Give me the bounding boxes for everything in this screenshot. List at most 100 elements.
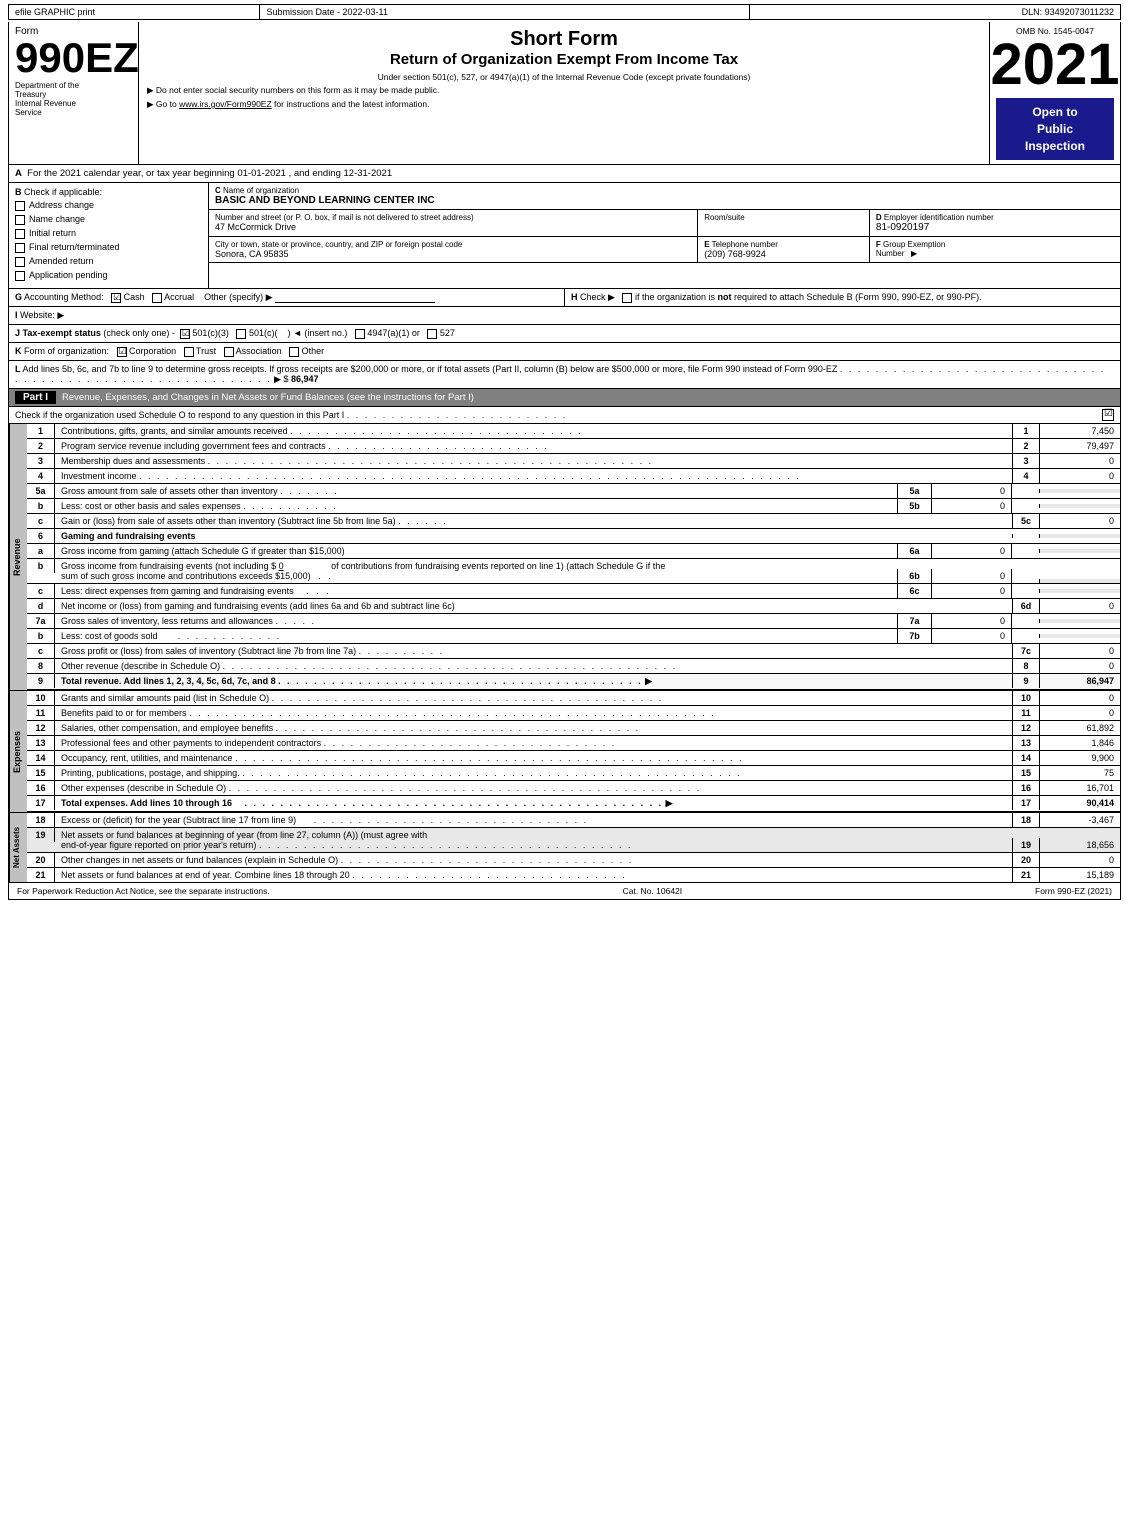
- row-line-14: 14: [1012, 751, 1040, 765]
- row-amount-2: 79,497: [1040, 439, 1120, 453]
- row-num-12: 12: [27, 721, 55, 735]
- row-line-6a: [1012, 549, 1040, 553]
- row-line-6d: 6d: [1012, 599, 1040, 613]
- row-subline-6b: 6b: [897, 569, 932, 583]
- row-amount-3: 0: [1040, 454, 1120, 468]
- expenses-side-label: Expenses: [9, 691, 27, 812]
- row-line-9: 9: [1012, 674, 1040, 688]
- row-desc-6c: Less: direct expenses from gaming and fu…: [55, 584, 897, 598]
- address-change-label: Address change: [29, 200, 94, 210]
- row-desc-14: Occupancy, rent, utilities, and maintena…: [55, 751, 1012, 765]
- schedule-o-row: Check if the organization used Schedule …: [8, 407, 1121, 424]
- section-a: A For the 2021 calendar year, or tax yea…: [8, 165, 1121, 183]
- application-pending-item: Application pending: [15, 270, 202, 281]
- row-amount-6b: [1040, 579, 1120, 583]
- row-num-18: 18: [27, 813, 55, 827]
- row-line-7b: [1012, 634, 1040, 638]
- address-change-checkbox[interactable]: [15, 201, 25, 211]
- name-change-label: Name change: [29, 214, 85, 224]
- row-amount-4: 0: [1040, 469, 1120, 483]
- row-amount-21: 15,189: [1040, 868, 1120, 882]
- accounting-section: G Accounting Method: ☑ Cash Accrual Othe…: [9, 289, 565, 306]
- row-amount-12: 61,892: [1040, 721, 1120, 735]
- footer-form: Form 990-EZ (2021): [1035, 886, 1112, 896]
- row-num-7b: b: [27, 629, 55, 643]
- application-pending-checkbox[interactable]: [15, 271, 25, 281]
- row-desc-7c: Gross profit or (loss) from sales of inv…: [55, 644, 1012, 658]
- row-amount-5c: 0: [1040, 514, 1120, 528]
- row-desc-9: Total revenue. Add lines 1, 2, 3, 4, 5c,…: [55, 674, 1012, 689]
- amended-return-label: Amended return: [29, 256, 94, 266]
- return-title: Return of Organization Exempt From Incom…: [147, 51, 981, 68]
- efile-label: efile GRAPHIC print: [9, 5, 260, 19]
- row-num-13: 13: [27, 736, 55, 750]
- footer: For Paperwork Reduction Act Notice, see …: [8, 883, 1121, 900]
- row-amount-6d: 0: [1040, 599, 1120, 613]
- row-desc-5a: Gross amount from sale of assets other t…: [55, 484, 897, 498]
- initial-return-item: Initial return: [15, 228, 202, 239]
- tax-status-section: J Tax-exempt status (check only one) - ☑…: [8, 325, 1121, 343]
- open-public: Open toPublicInspection: [996, 98, 1114, 160]
- goto-text: ▶ Go to www.irs.gov/Form990EZ for instru…: [147, 99, 981, 110]
- row-line-10: 10: [1012, 691, 1040, 705]
- row-desc-5c: Gain or (loss) from sale of assets other…: [55, 514, 1012, 528]
- row-line-13: 13: [1012, 736, 1040, 750]
- row-desc-2: Program service revenue including govern…: [55, 439, 1012, 453]
- row-num-14: 14: [27, 751, 55, 765]
- row-desc-16: Other expenses (describe in Schedule O) …: [55, 781, 1012, 795]
- initial-return-label: Initial return: [29, 228, 76, 238]
- row-line-3: 3: [1012, 454, 1040, 468]
- row-amount-7b: [1040, 634, 1120, 638]
- final-return-item: Final return/terminated: [15, 242, 202, 253]
- row-amount-6: [1040, 534, 1120, 538]
- row-line-16: 16: [1012, 781, 1040, 795]
- part-i-title: Revenue, Expenses, and Changes in Net As…: [62, 392, 474, 403]
- name-change-checkbox[interactable]: [15, 215, 25, 225]
- row-subamount-7a: 0: [932, 614, 1012, 628]
- gross-receipts-section: L Add lines 5b, 6c, and 7b to line 9 to …: [8, 361, 1121, 389]
- row-desc-6d: Net income or (loss) from gaming and fun…: [55, 599, 1012, 613]
- row-num-5a: 5a: [27, 484, 55, 498]
- gross-receipts-amount: 86,947: [291, 374, 319, 384]
- row-line-20: 20: [1012, 853, 1040, 867]
- row-line-6b: [1012, 579, 1040, 583]
- revenue-rows: 1 Contributions, gifts, grants, and simi…: [27, 424, 1120, 690]
- row-desc-7b: Less: cost of goods sold . . . . . . . .…: [55, 629, 897, 643]
- expenses-rows: 10 Grants and similar amounts paid (list…: [27, 691, 1120, 812]
- row-num-10: 10: [27, 691, 55, 705]
- row-amount-19: 18,656: [1040, 838, 1120, 852]
- row-line-5b: [1012, 504, 1040, 508]
- row-num-19: 19: [27, 828, 55, 842]
- row-desc-1: Contributions, gifts, grants, and simila…: [55, 424, 1012, 438]
- org-city-section: City or town, state or province, country…: [209, 237, 698, 262]
- row-num-4: 4: [27, 469, 55, 483]
- row-desc-6b: Gross income from fundraising events (no…: [55, 559, 897, 583]
- final-return-checkbox[interactable]: [15, 243, 25, 253]
- row-num-1: 1: [27, 424, 55, 438]
- initial-return-checkbox[interactable]: [15, 229, 25, 239]
- row-desc-6a: Gross income from gaming (attach Schedul…: [55, 544, 897, 558]
- row-num-6c: c: [27, 584, 55, 598]
- short-form-title: Short Form: [147, 28, 981, 51]
- row-line-17: 17: [1012, 796, 1040, 810]
- row-line-1: 1: [1012, 424, 1040, 438]
- row-amount-7a: [1040, 619, 1120, 623]
- row-num-6: 6: [27, 529, 55, 543]
- expenses-section: Expenses 10 Grants and similar amounts p…: [8, 691, 1121, 813]
- row-num-6d: d: [27, 599, 55, 613]
- row-num-9: 9: [27, 674, 55, 688]
- row-subamount-6c: 0: [932, 584, 1012, 598]
- row-line-18: 18: [1012, 813, 1040, 827]
- org-address-section: Number and street (or P. O. box, if mail…: [209, 210, 698, 236]
- row-num-20: 20: [27, 853, 55, 867]
- row-line-5c: 5c: [1012, 514, 1040, 528]
- row-line-5a: [1012, 489, 1040, 493]
- row-amount-5a: [1040, 489, 1120, 493]
- row-desc-18: Excess or (deficit) for the year (Subtra…: [55, 813, 1012, 827]
- net-assets-side-label: Net Assets: [9, 813, 27, 882]
- row-desc-12: Salaries, other compensation, and employ…: [55, 721, 1012, 735]
- org-name-section: C Name of organization BASIC AND BEYOND …: [209, 183, 1120, 210]
- amended-return-checkbox[interactable]: [15, 257, 25, 267]
- row-desc-10: Grants and similar amounts paid (list in…: [55, 691, 1012, 705]
- row-amount-7c: 0: [1040, 644, 1120, 658]
